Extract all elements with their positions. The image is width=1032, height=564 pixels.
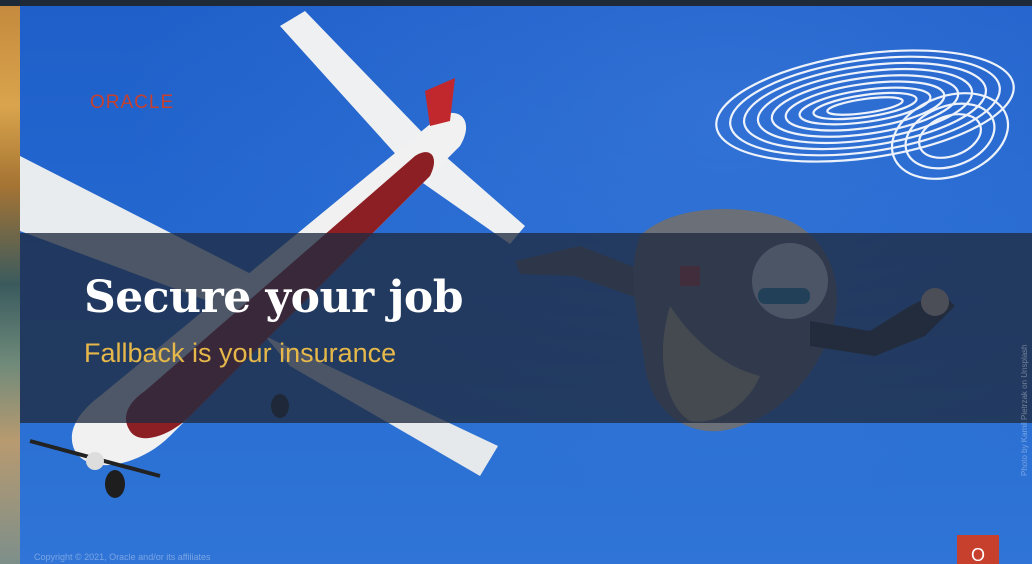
slide-title: Secure your job (84, 272, 463, 323)
photo-credit: Photo by Kamil Pietrzak on Unsplash (1020, 344, 1029, 476)
title-band (20, 233, 1032, 423)
slide-subtitle: Fallback is your insurance (84, 338, 397, 368)
presentation-viewer: ORACLE Secure your job Fallback is your … (0, 0, 1032, 564)
oracle-logo: ORACLE (90, 92, 175, 113)
slide-canvas: ORACLE Secure your job Fallback is your … (20, 6, 1032, 564)
fingerprint-decoration (715, 49, 1015, 180)
oracle-o-badge: O (957, 535, 999, 564)
copyright-text: Copyright © 2021, Oracle and/or its affi… (34, 552, 211, 562)
adjacent-slide-edge (0, 6, 20, 564)
